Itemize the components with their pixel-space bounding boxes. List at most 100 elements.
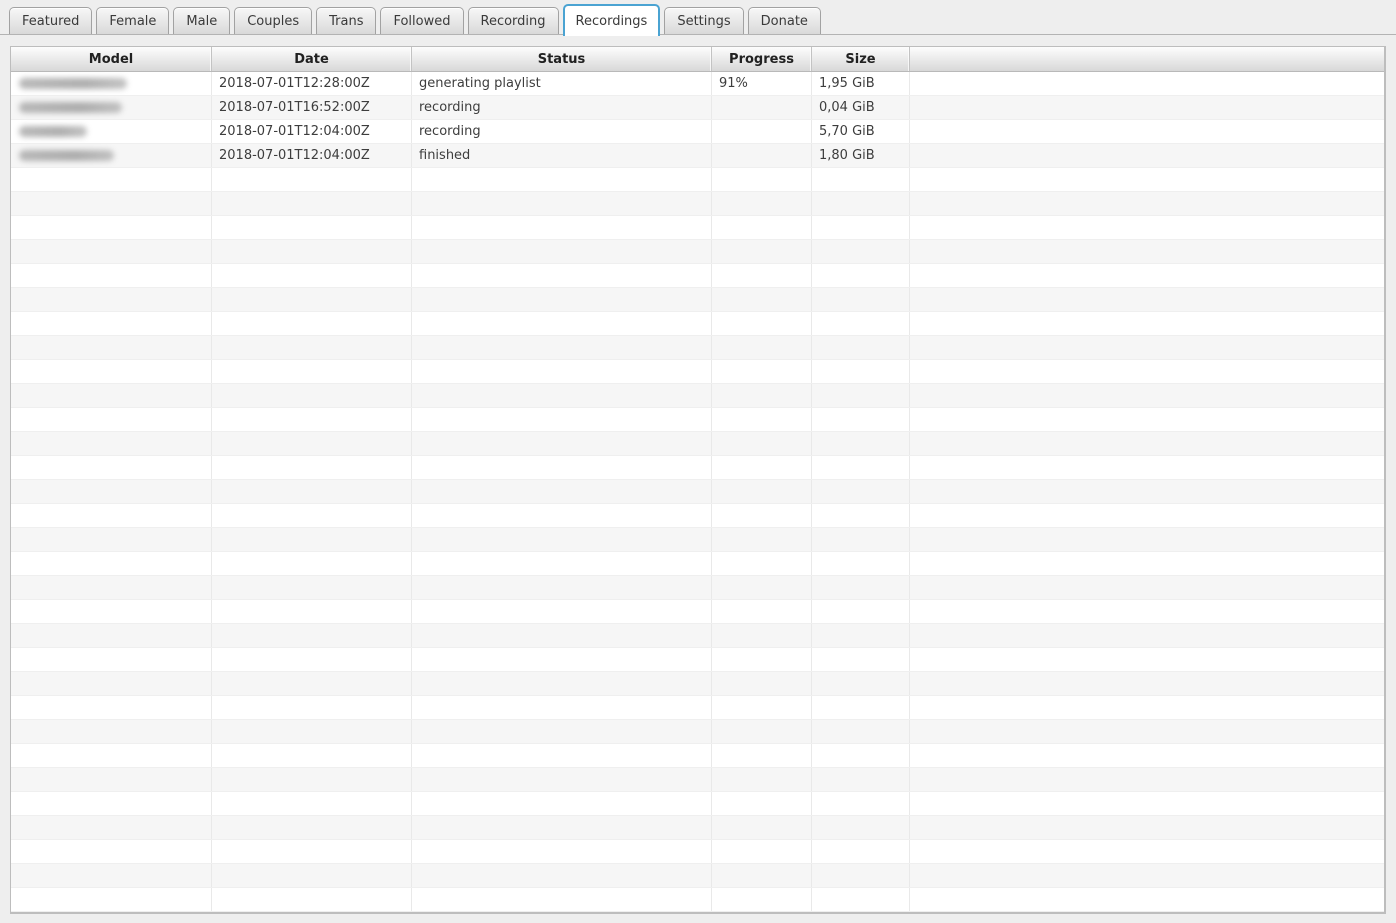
cell-empty — [812, 504, 910, 527]
cell-empty — [812, 648, 910, 671]
tab-label: Followed — [393, 14, 450, 29]
cell-empty — [812, 552, 910, 575]
tab-featured[interactable]: Featured — [9, 7, 92, 34]
cell-empty — [812, 768, 910, 791]
cell-empty — [412, 864, 712, 887]
cell-empty — [212, 576, 412, 599]
table-row-empty — [11, 600, 1384, 624]
cell-empty — [11, 192, 212, 215]
cell-empty — [412, 336, 712, 359]
cell-empty — [11, 576, 212, 599]
table-row-empty — [11, 192, 1384, 216]
cell-empty — [412, 768, 712, 791]
cell-empty — [11, 360, 212, 383]
cell-empty — [212, 168, 412, 191]
tab-female[interactable]: Female — [96, 7, 169, 34]
tab-label: Settings — [677, 14, 730, 29]
cell-empty — [11, 840, 212, 863]
cell-status: finished — [412, 144, 712, 167]
cell-empty — [412, 840, 712, 863]
cell-empty — [212, 720, 412, 743]
table-row-empty — [11, 336, 1384, 360]
cell-empty — [11, 480, 212, 503]
cell-empty — [212, 288, 412, 311]
tab-couples[interactable]: Couples — [234, 7, 312, 34]
cell-empty — [212, 504, 412, 527]
cell-empty — [910, 864, 1384, 887]
table-row-empty — [11, 240, 1384, 264]
cell-empty — [11, 432, 212, 455]
column-header-date[interactable]: Date — [212, 47, 412, 71]
cell-empty — [712, 816, 812, 839]
column-header-model[interactable]: Model — [11, 47, 212, 71]
tab-settings[interactable]: Settings — [664, 7, 743, 34]
cell-empty — [910, 312, 1384, 335]
cell-empty — [812, 672, 910, 695]
table-row-empty — [11, 312, 1384, 336]
cell-empty — [712, 312, 812, 335]
column-header-status[interactable]: Status — [412, 47, 712, 71]
cell-empty — [412, 816, 712, 839]
tab-followed[interactable]: Followed — [380, 7, 463, 34]
cell-empty — [11, 312, 212, 335]
cell-empty — [212, 384, 412, 407]
table-row-empty — [11, 888, 1384, 912]
table-row[interactable]: 2018-07-01T12:28:00Z generating playlist… — [11, 72, 1384, 96]
cell-empty — [812, 264, 910, 287]
cell-size: 0,04 GiB — [812, 96, 910, 119]
tab-label: Donate — [761, 14, 808, 29]
tab-label: Trans — [329, 14, 363, 29]
cell-empty — [212, 480, 412, 503]
cell-empty — [712, 840, 812, 863]
cell-empty — [11, 600, 212, 623]
cell-empty — [412, 504, 712, 527]
recordings-table: Model Date Status Progress Size 2018-07-… — [10, 46, 1386, 914]
cell-empty — [712, 384, 812, 407]
model-name-redacted — [19, 102, 122, 113]
cell-progress: 91% — [712, 72, 812, 95]
table-row[interactable]: 2018-07-01T12:04:00Z recording 5,70 GiB — [11, 120, 1384, 144]
table-header-row: Model Date Status Progress Size — [11, 47, 1384, 72]
cell-empty — [812, 480, 910, 503]
cell-date: 2018-07-01T12:04:00Z — [212, 120, 412, 143]
cell-empty — [412, 360, 712, 383]
cell-empty — [11, 456, 212, 479]
cell-empty — [812, 840, 910, 863]
table-row-empty — [11, 168, 1384, 192]
tab-recording[interactable]: Recording — [468, 7, 559, 34]
cell-empty — [412, 456, 712, 479]
table-row-empty — [11, 672, 1384, 696]
tab-bar: Featured Female Male Couples Trans Follo… — [0, 0, 1396, 35]
cell-empty — [712, 720, 812, 743]
cell-empty — [212, 216, 412, 239]
cell-status: generating playlist — [412, 72, 712, 95]
cell-empty — [812, 408, 910, 431]
tab-recordings-selected[interactable]: Recordings — [563, 4, 661, 36]
cell-empty — [212, 360, 412, 383]
cell-empty — [812, 312, 910, 335]
cell-status: recording — [412, 120, 712, 143]
table-row[interactable]: 2018-07-01T12:04:00Z finished 1,80 GiB — [11, 144, 1384, 168]
column-header-empty — [910, 47, 1384, 71]
column-header-size[interactable]: Size — [812, 47, 910, 71]
cell-empty — [910, 240, 1384, 263]
cell-empty — [910, 624, 1384, 647]
cell-empty — [812, 864, 910, 887]
cell-empty — [212, 744, 412, 767]
cell-empty — [412, 384, 712, 407]
cell-empty — [212, 408, 412, 431]
table-row[interactable]: 2018-07-01T16:52:00Z recording 0,04 GiB — [11, 96, 1384, 120]
cell-date: 2018-07-01T12:28:00Z — [212, 72, 412, 95]
column-header-progress[interactable]: Progress — [712, 47, 812, 71]
tab-donate[interactable]: Donate — [748, 7, 821, 34]
table-row-empty — [11, 480, 1384, 504]
cell-empty — [412, 552, 712, 575]
tab-male[interactable]: Male — [173, 7, 230, 34]
cell-empty — [812, 600, 910, 623]
cell-empty — [412, 912, 712, 914]
cell-empty — [910, 384, 1384, 407]
cell-empty — [11, 792, 212, 815]
cell-empty — [212, 456, 412, 479]
table-body: 2018-07-01T12:28:00Z generating playlist… — [11, 72, 1384, 914]
tab-trans[interactable]: Trans — [316, 7, 376, 34]
